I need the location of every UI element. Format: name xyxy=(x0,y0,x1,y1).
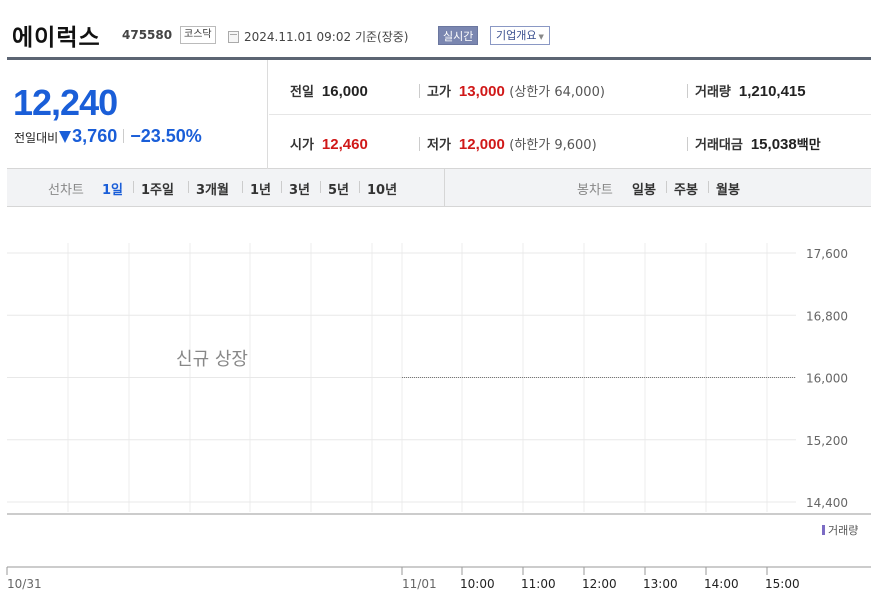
amount-value: 15,038 xyxy=(750,136,797,153)
divider xyxy=(687,137,688,151)
price-chart[interactable]: 17,600 16,800 16,000 15,200 14,400 신규 상장거래량 10… xyxy=(0,207,871,602)
open-label: 시가 xyxy=(290,138,314,153)
tab-3m[interactable]: 3개월 xyxy=(196,179,229,198)
x-tick-label: 10/31 xyxy=(7,577,42,591)
row-divider xyxy=(269,114,871,115)
amount-unit: 백만 xyxy=(796,138,821,153)
tab-10y[interactable]: 10년 xyxy=(367,179,397,198)
tab-monthly-candle[interactable]: 월봉 xyxy=(716,179,740,198)
diff-label: 전일대비 xyxy=(14,131,59,145)
divider xyxy=(188,181,189,193)
company-overview-label: 기업개요 xyxy=(496,29,537,42)
x-tick-label: 13:00 xyxy=(643,577,678,591)
x-tick-label: 10:00 xyxy=(460,577,495,591)
low-stat: 저가 12,000 (하한가 9,600) xyxy=(427,134,597,153)
timestamp-value: 2024.11.01 09:02 xyxy=(244,30,352,44)
volume-legend-label: 거래량 xyxy=(828,524,858,537)
title-row: 에이럭스 475580 코스닥 2024.11.01 09:02 기준(장중) … xyxy=(0,0,871,56)
prev-close-label: 전일 xyxy=(290,85,314,100)
down-triangle-icon xyxy=(59,131,72,143)
stock-code: 475580 xyxy=(122,28,173,42)
open-value: 12,460 xyxy=(321,136,368,153)
price-summary: 12,240 전일대비 3,760 −23.50% 전일 16,000 고가 13,00… xyxy=(7,57,871,169)
volume-value: 1,210,415 xyxy=(738,83,806,100)
stock-name: 에이럭스 xyxy=(12,25,101,51)
chevron-down-icon: ▼ xyxy=(538,33,544,41)
diff-value: 3,760 xyxy=(72,126,118,146)
diff-rate: −23.50% xyxy=(130,126,202,146)
divider xyxy=(687,84,688,98)
y-tick-label: 16,000 xyxy=(806,372,848,386)
divider xyxy=(666,181,667,193)
divider xyxy=(123,129,125,143)
candle-chart-label: 봉차트 xyxy=(577,183,613,198)
timestamp: 2024.11.01 09:02 기준(장중) xyxy=(244,28,408,45)
calendar-icon xyxy=(228,31,239,43)
y-tick-label: 16,800 xyxy=(806,309,848,323)
line-chart-label: 선차트 xyxy=(48,183,84,198)
current-price-box: 12,240 전일대비 3,760 −23.50% xyxy=(7,60,268,169)
amount-stat: 거래대금 15,038백만 xyxy=(695,134,821,153)
prev-close-value: 16,000 xyxy=(321,83,368,100)
tabs-divider xyxy=(444,169,445,206)
tab-weekly-candle[interactable]: 주봉 xyxy=(674,179,698,198)
lower-limit: (하한가 9,600) xyxy=(509,138,597,153)
current-price: 12,240 xyxy=(13,82,118,123)
divider xyxy=(133,181,134,193)
amount-label: 거래대금 xyxy=(695,138,743,153)
volume-stat: 거래량 1,210,415 xyxy=(695,81,806,100)
timestamp-suffix: 기준(장중) xyxy=(354,30,409,44)
divider xyxy=(242,181,243,193)
tab-1y[interactable]: 1년 xyxy=(250,179,271,198)
y-tick-label: 15,200 xyxy=(806,434,848,448)
y-tick-label: 14,400 xyxy=(806,496,848,510)
tab-1d[interactable]: 1일 xyxy=(102,179,123,198)
prev-close-stat: 전일 16,000 xyxy=(290,81,368,100)
x-tick-label: 11:00 xyxy=(521,577,556,591)
divider xyxy=(359,181,360,193)
tab-1w[interactable]: 1주일 xyxy=(141,179,174,198)
upper-limit: (상한가 64,000) xyxy=(509,85,605,100)
volume-label: 거래량 xyxy=(695,85,731,100)
divider xyxy=(281,181,282,193)
new-listing-annotation: 신규 상장 xyxy=(176,349,248,370)
divider xyxy=(419,84,420,98)
high-label: 고가 xyxy=(427,85,451,100)
chart-tabs-bar: 선차트 1일 1주일 3개월 1년 3년 5년 10년 봉차트 일봉 주봉 월봉 xyxy=(7,169,871,207)
volume-legend-swatch xyxy=(822,525,825,535)
divider xyxy=(419,137,420,151)
realtime-button[interactable]: 실시간 xyxy=(438,26,479,45)
market-badge: 코스닥 xyxy=(180,26,216,44)
tab-daily-candle[interactable]: 일봉 xyxy=(632,179,656,198)
price-chart-svg: 17,600 16,800 16,000 15,200 14,400 신규 상장거래량 10… xyxy=(6,243,871,591)
x-tick-label: 11/01 xyxy=(402,577,437,591)
y-tick-label: 17,600 xyxy=(806,247,848,261)
price-change-row: 전일대비 3,760 −23.50% xyxy=(14,126,202,147)
x-tick-label: 15:00 xyxy=(765,577,800,591)
tab-5y[interactable]: 5년 xyxy=(328,179,349,198)
low-label: 저가 xyxy=(427,138,451,153)
x-tick-label: 12:00 xyxy=(582,577,617,591)
high-stat: 고가 13,000 (상한가 64,000) xyxy=(427,81,605,100)
divider xyxy=(320,181,321,193)
open-stat: 시가 12,460 xyxy=(290,134,368,153)
low-value: 12,000 xyxy=(458,136,505,153)
tab-3y[interactable]: 3년 xyxy=(289,179,310,198)
divider xyxy=(708,181,709,193)
high-value: 13,000 xyxy=(458,83,505,100)
x-tick-label: 14:00 xyxy=(704,577,739,591)
company-overview-button[interactable]: 기업개요 ▼ xyxy=(490,26,550,45)
